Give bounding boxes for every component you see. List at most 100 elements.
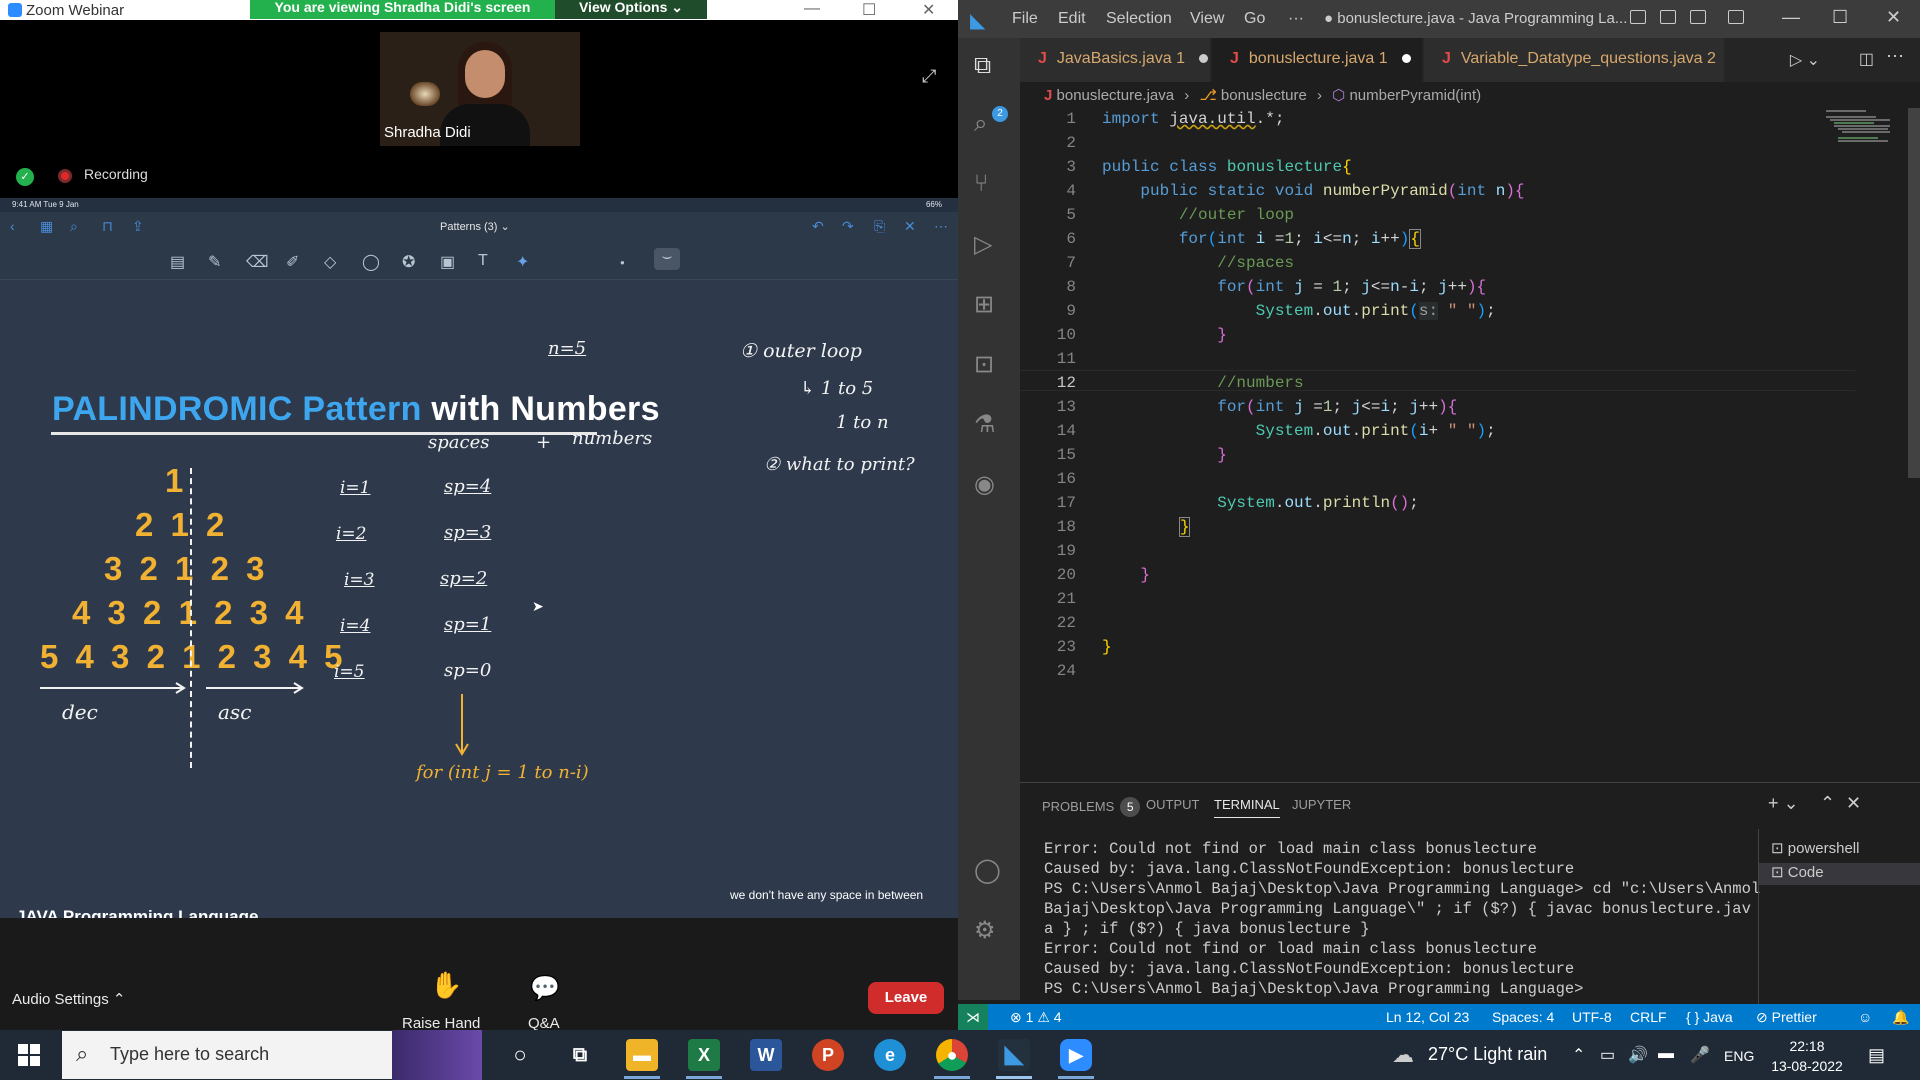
tab-terminal[interactable]: TERMINAL [1214, 797, 1280, 818]
code-line[interactable]: } [1102, 566, 1150, 584]
source-control-icon[interactable]: ⑂ [974, 170, 988, 198]
run-debug-icon[interactable]: ▷ [974, 230, 992, 259]
audio-settings-button[interactable]: Audio Settings ⌃ [12, 990, 125, 1008]
toggle-panel-icon[interactable] [1660, 10, 1676, 24]
more-icon[interactable]: ⋯ [934, 218, 948, 235]
account-icon[interactable]: ◯ [974, 856, 1001, 885]
notification-center-icon[interactable]: ▤ [1868, 1045, 1885, 1066]
pen-icon[interactable]: ✎ [208, 252, 221, 272]
code-line[interactable]: } [1102, 326, 1227, 344]
stroke-width-icon[interactable]: ⌣ [654, 248, 680, 270]
github-icon[interactable]: ◉ [974, 470, 995, 499]
grid-icon[interactable]: ▦ [40, 218, 53, 235]
close-panel-icon[interactable]: ✕ [1846, 793, 1861, 814]
customize-layout-icon[interactable] [1728, 10, 1744, 24]
new-terminal-icon[interactable]: + ⌄ [1768, 793, 1799, 814]
close-icon[interactable]: ✕ [922, 0, 935, 20]
more-actions-icon[interactable]: ⋯ [1886, 46, 1904, 67]
qa-icon[interactable]: 💬 [530, 974, 560, 1003]
search-icon[interactable]: ⌕ [70, 218, 78, 235]
code-line[interactable]: System.out.println(); [1102, 494, 1419, 512]
gear-icon[interactable]: ⚙ [974, 916, 996, 945]
code-line[interactable]: } [1102, 517, 1191, 537]
tab-bonuslecture[interactable]: Jbonuslecture.java 1 [1212, 38, 1422, 82]
feedback-icon[interactable]: ☺ [1858, 1009, 1872, 1025]
menu-view[interactable]: View [1190, 10, 1224, 28]
maximize-icon[interactable]: ☐ [862, 0, 876, 20]
code-line[interactable]: public static void numberPyramid(int n){ [1102, 182, 1524, 200]
code-line[interactable]: System.out.print(s: " "); [1102, 302, 1496, 320]
code-line[interactable]: } [1102, 638, 1112, 656]
zoom-taskbar-icon[interactable]: ▶ [1060, 1039, 1092, 1071]
code-line[interactable]: } [1102, 446, 1227, 464]
network-icon[interactable]: ▭ [1600, 1045, 1615, 1065]
eraser-icon[interactable]: ⌫ [246, 252, 269, 272]
reader-icon[interactable]: ▤ [170, 252, 185, 272]
search-icon[interactable]: ⌕ [974, 110, 987, 138]
language-indicator[interactable]: ENG [1724, 1048, 1754, 1064]
code-line[interactable]: for(int i =1; i<=n; i++){ [1102, 229, 1421, 249]
page-icon[interactable]: ⎘ [874, 218, 885, 235]
tab-javabasics[interactable]: J JavaBasics.java 1 [1020, 38, 1210, 82]
volume-icon[interactable]: 🔊 [1628, 1045, 1648, 1065]
share-icon[interactable]: ⇪ [132, 218, 144, 235]
line-ending[interactable]: CRLF [1630, 1009, 1667, 1025]
leave-button[interactable]: Leave [868, 982, 944, 1014]
indentation[interactable]: Spaces: 4 [1492, 1009, 1554, 1025]
cursor-position[interactable]: Ln 12, Col 23 [1386, 1009, 1469, 1025]
menu-edit[interactable]: Edit [1058, 10, 1086, 28]
document-title[interactable]: Patterns (3) ⌄ [440, 220, 510, 233]
breadcrumb-class[interactable]: bonuslecture [1221, 87, 1307, 104]
edge-icon[interactable]: e [874, 1039, 906, 1071]
terminal-output[interactable]: Error: Could not find or load main class… [1044, 839, 1764, 999]
close-icon[interactable]: ✕ [904, 218, 916, 235]
editor-scrollbar[interactable] [1908, 108, 1920, 478]
tab-output[interactable]: OUTPUT [1146, 797, 1199, 812]
code-line[interactable]: import java.util.*; [1102, 110, 1284, 128]
toggle-sidebar-icon[interactable] [1630, 10, 1646, 24]
menu-selection[interactable]: Selection [1106, 10, 1172, 28]
terminal-powershell[interactable]: ⊡ powershell [1771, 839, 1859, 857]
code-line[interactable]: System.out.print(i+ " "); [1102, 422, 1496, 440]
code-line[interactable]: //outer loop [1102, 206, 1294, 224]
word-icon[interactable]: W [750, 1039, 782, 1071]
menu-file[interactable]: File [1012, 10, 1038, 28]
notes-canvas[interactable]: PALINDROMIC Pattern with Numbers 1 2 1 2… [0, 280, 958, 991]
split-editor-icon[interactable]: ◫ [1859, 49, 1874, 69]
prettier-status[interactable]: ⊘ Prettier [1756, 1009, 1817, 1026]
sticker-icon[interactable]: ✪ [402, 252, 415, 272]
powerpoint-icon[interactable]: P [812, 1039, 844, 1071]
shield-icon[interactable]: ✓ [16, 168, 34, 186]
code-line[interactable]: //numbers [1102, 374, 1303, 392]
breadcrumb-method[interactable]: numberPyramid(int) [1349, 87, 1481, 104]
maximize-panel-icon[interactable]: ⌃ [1820, 793, 1835, 814]
menu-go[interactable]: Go [1244, 10, 1265, 28]
cortana-icon[interactable]: ○ [504, 1039, 536, 1071]
breadcrumb-file[interactable]: bonuslecture.java [1057, 87, 1175, 104]
windows-start-icon[interactable] [18, 1044, 40, 1066]
weather-text[interactable]: 27°C Light rain [1428, 1044, 1547, 1065]
minimize-icon[interactable]: — [804, 0, 820, 18]
explorer-icon[interactable]: ⧉ [974, 52, 991, 80]
remote-icon[interactable]: ⋊ [958, 1004, 988, 1030]
encoding[interactable]: UTF-8 [1572, 1009, 1612, 1025]
tab-jupyter[interactable]: JUPYTER [1292, 797, 1351, 812]
menu-more[interactable]: ··· [1288, 10, 1304, 28]
back-icon[interactable]: ‹ [10, 218, 15, 234]
raise-hand-icon[interactable]: ✋ [430, 970, 462, 1001]
run-icon[interactable]: ▷ ⌄ [1790, 50, 1820, 70]
dot-size-icon[interactable]: ● [620, 258, 625, 267]
testing-icon[interactable]: ⚗ [974, 410, 996, 439]
lasso-icon[interactable]: ◯ [362, 252, 380, 272]
redo-icon[interactable]: ↷ [842, 218, 854, 235]
code-line[interactable]: for(int j =1; j<=i; j++){ [1102, 398, 1457, 416]
shapes-icon[interactable]: ◇ [324, 252, 336, 272]
bookmark-icon[interactable]: ⊓ [102, 218, 113, 235]
minimize-icon[interactable]: — [1782, 7, 1800, 28]
task-view-icon[interactable]: ⧉ [564, 1039, 596, 1071]
laser-icon[interactable]: ✦ [516, 252, 529, 272]
battery-icon[interactable]: ▬ [1658, 1045, 1674, 1063]
text-icon[interactable]: T [478, 252, 488, 270]
terminal-code[interactable]: ⊡ Code [1759, 863, 1920, 885]
notifications-icon[interactable]: 🔔 [1892, 1009, 1909, 1026]
